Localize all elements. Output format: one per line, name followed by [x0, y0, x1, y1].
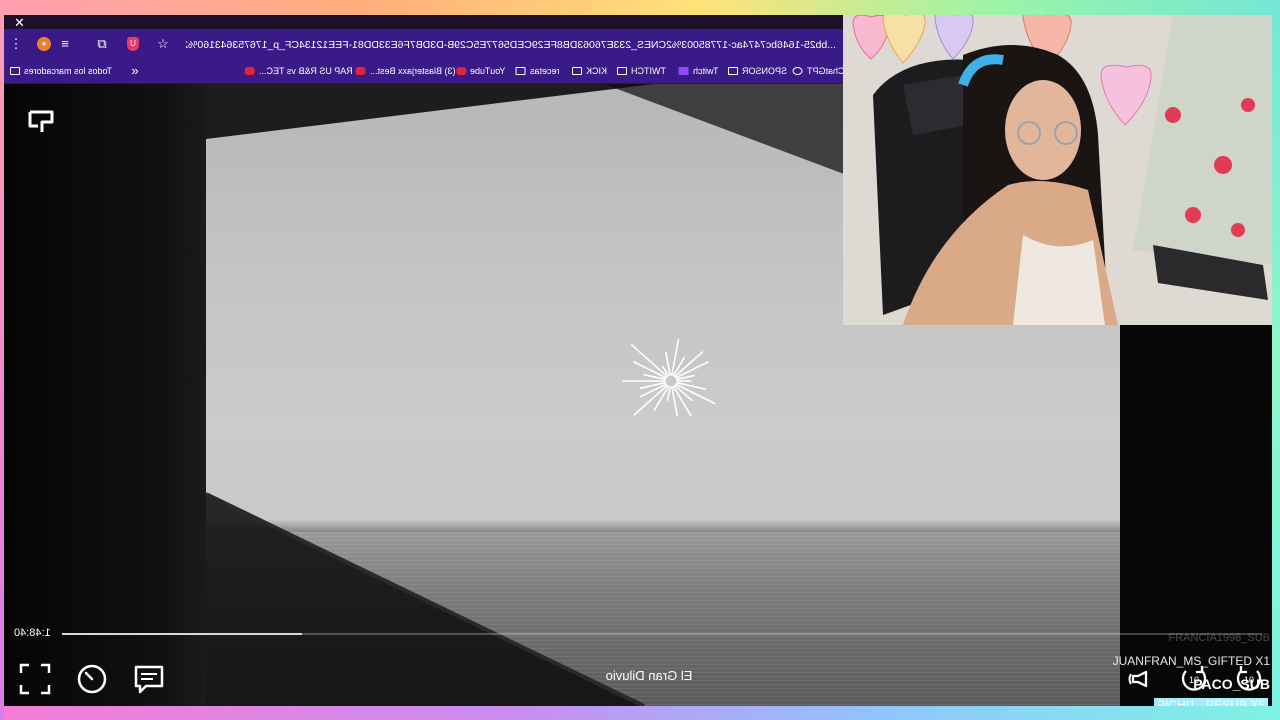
stream-frame-bottom	[0, 706, 1280, 720]
fullscreen-icon[interactable]	[18, 662, 52, 696]
episode-title: El Gran Diluvio	[605, 668, 693, 683]
bookmark-recetas[interactable]: recetas	[516, 64, 560, 78]
sparkle-icon	[622, 339, 716, 417]
folder-icon	[516, 67, 526, 75]
youtube-icon	[456, 67, 466, 75]
folder-icon	[572, 67, 582, 75]
progress-fill	[62, 633, 302, 635]
bookmark-sponsor[interactable]: SPONSOR	[728, 64, 787, 78]
bookmark-twitch[interactable]: Twitch	[679, 64, 719, 78]
chat-line: PACO_SUB	[1193, 676, 1270, 692]
bookmark-twitch-folder[interactable]: TWITCH	[617, 64, 666, 78]
bookmark-youtube[interactable]: YouTube	[456, 64, 505, 78]
time-remaining: 1:48:40	[14, 627, 51, 639]
chat-line: FRANCIA1998_SUB	[1168, 632, 1271, 644]
streaming-logo-icon[interactable]	[24, 104, 58, 138]
folder-icon	[10, 67, 20, 75]
shield-extension-icon[interactable]: U	[127, 37, 139, 51]
bookmark-star-icon[interactable]: ☆	[155, 36, 171, 52]
window-frame-left	[4, 84, 206, 706]
close-icon[interactable]: ✕	[14, 16, 25, 29]
youtube-icon	[356, 67, 366, 75]
browser-toolbar: ⋮ ● ≡ ⧉ U ☆ ...bb25-1646bc7474ac-1778500…	[4, 29, 843, 59]
stream-frame-left	[0, 0, 4, 720]
menu-kebab-icon[interactable]: ⋮	[8, 36, 24, 52]
bookmark-blasterjaxx[interactable]: (3) Blasterjaxx Best...	[356, 64, 456, 78]
progress-bar[interactable]	[62, 633, 1262, 635]
chat-line: JUANFRAN_MS_GIFTED X1	[1112, 654, 1270, 668]
extension-icon[interactable]: ●	[37, 37, 51, 51]
folder-icon	[617, 67, 627, 75]
browser-titlebar: ✕	[4, 15, 843, 29]
chevron-more-icon[interactable]: »	[127, 63, 143, 79]
chatgpt-icon	[793, 67, 803, 75]
bookmark-all[interactable]: Todos los marcadores	[10, 64, 112, 78]
address-bar[interactable]: ...bb25-1646bc7474ac-17785003%2CNES_233E…	[186, 38, 836, 52]
youtube-icon	[245, 67, 255, 75]
bookmark-rap-us[interactable]: RAP US R&B vs TEC...	[245, 64, 353, 78]
subtitles-icon[interactable]	[132, 662, 166, 696]
bookmark-chatgpt[interactable]: ChatGPT	[793, 64, 845, 78]
webcam-overlay	[843, 15, 1272, 325]
stream-frame-top	[0, 0, 1280, 15]
stream-frame-right	[1272, 0, 1280, 720]
filter-icon[interactable]: ≡	[57, 36, 73, 52]
playback-speed-icon[interactable]	[75, 662, 109, 696]
folder-icon	[728, 67, 738, 75]
bookmarks-bar: ChatGPT SPONSOR Twitch TWITCH KICK recet…	[4, 59, 845, 84]
extensions-puzzle-icon[interactable]: ⧉	[94, 36, 110, 52]
twitch-icon	[679, 67, 689, 75]
bookmark-kick[interactable]: KICK	[572, 64, 607, 78]
